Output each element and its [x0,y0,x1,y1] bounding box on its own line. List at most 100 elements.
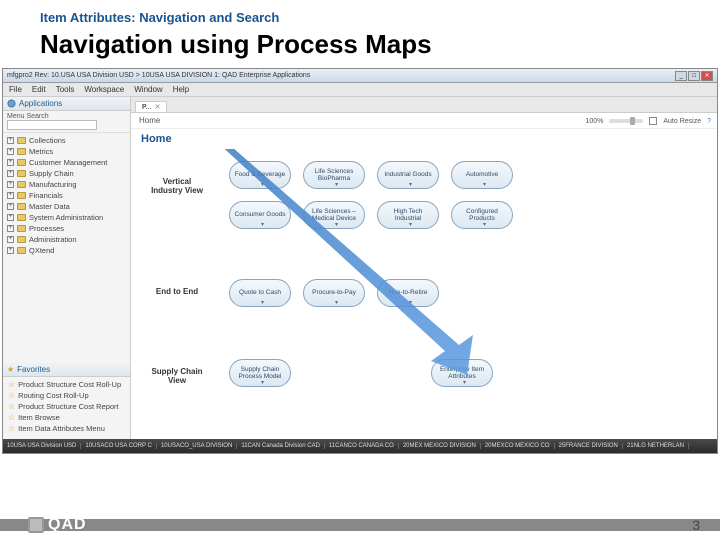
chevron-down-icon[interactable]: ▾ [261,300,264,307]
tree-label: Administration [29,235,77,244]
tree-label: Customer Management [29,158,107,167]
tree-item[interactable]: +Collections [5,135,128,146]
node-hire-to-retire[interactable]: Hire-to-Retire▾ [377,279,439,307]
node-high-tech[interactable]: High Tech Industrial▾ [377,201,439,229]
expand-icon[interactable]: + [7,203,14,210]
expand-icon[interactable]: + [7,181,14,188]
node-enterprise-item-attributes[interactable]: Enterprise Item Attributes▾ [431,359,493,387]
node-supply-chain-model[interactable]: Supply Chain Process Model▾ [229,359,291,387]
node-procure-to-pay[interactable]: Procure-to-Pay▾ [303,279,365,307]
node-consumer-goods[interactable]: Consumer Goods▾ [229,201,291,229]
row-label-supply-chain: Supply Chain View [147,367,207,385]
globe-icon [7,99,16,108]
status-segment[interactable]: 10USA USA Division USD [7,443,81,449]
chevron-down-icon[interactable]: ▾ [261,182,264,189]
status-segment[interactable]: 20MEXCO MEXICO CO [485,443,555,449]
tree-item[interactable]: + Customer Management [5,157,128,168]
node-life-sciences-medical[interactable]: Life Sciences – Medical Device▾ [303,201,365,229]
favorites-header[interactable]: ★ Favorites [3,363,130,377]
status-segment[interactable]: 11CANCO CANADA CO [329,443,399,449]
expand-icon[interactable]: + [7,247,14,254]
expand-icon[interactable]: + [7,236,14,243]
favorite-item[interactable]: ☆Item Browse [5,412,128,423]
tree-label: Master Data [29,202,70,211]
favorite-item[interactable]: ☆Product Structure Cost Report [5,401,128,412]
status-segment[interactable]: 20MEX MEXICO DIVISION [403,443,481,449]
favorite-item[interactable]: ☆Routing Cost Roll-Up [5,390,128,401]
tree-item[interactable]: + Master Data [5,201,128,212]
expand-icon[interactable]: + [7,159,14,166]
menu-file[interactable]: File [9,85,22,94]
logo-text: QAD [48,516,87,534]
chevron-down-icon[interactable]: ▾ [261,222,264,229]
node-food-beverage[interactable]: Food & Beverage▾ [229,161,291,189]
status-segment[interactable]: 21NLG NETHERLAN [627,443,689,449]
minimize-button[interactable]: _ [675,71,687,81]
chevron-down-icon[interactable]: ▾ [483,182,486,189]
app-body: Applications Menu Search +Collections +M… [3,97,717,439]
applications-header[interactable]: Applications [3,97,130,111]
folder-icon [17,159,26,166]
favorite-label: Product Structure Cost Report [18,402,118,411]
tree-label: Processes [29,224,64,233]
favorites-list: ☆Product Structure Cost Roll-Up ☆Routing… [3,377,130,439]
expand-icon[interactable]: + [7,148,14,155]
menu-search-input[interactable] [7,120,97,130]
chevron-down-icon[interactable]: ▾ [483,222,486,229]
tree-item[interactable]: +Metrics [5,146,128,157]
expand-icon[interactable]: + [7,225,14,232]
close-tab-icon[interactable]: ✕ [155,103,161,111]
node-automotive[interactable]: Automotive▾ [451,161,513,189]
favorite-item[interactable]: ☆Item Data Attributes Menu [5,423,128,434]
node-life-sciences-biopharma[interactable]: Life Sciences BioPharma▾ [303,161,365,189]
expand-icon[interactable]: + [7,137,14,144]
expand-icon[interactable]: + [7,192,14,199]
main-area: P... ✕ Home 100% Auto Resize ? Home Vert… [131,97,717,439]
chevron-down-icon[interactable]: ▾ [261,380,264,387]
status-segment[interactable]: 25FRANCE DIVISION [559,443,623,449]
zoom-slider[interactable] [609,119,643,123]
sidebar: Applications Menu Search +Collections +M… [3,97,131,439]
folder-icon [17,203,26,210]
node-configured-products[interactable]: Configured Products▾ [451,201,513,229]
node-quote-to-cash[interactable]: Quote to Cash▾ [229,279,291,307]
help-icon[interactable]: ? [707,118,711,125]
status-segment[interactable]: 11CAN Canada Division CAD [241,443,325,449]
menu-edit[interactable]: Edit [32,85,46,94]
tree-item[interactable]: + Processes [5,223,128,234]
menu-workspace[interactable]: Workspace [84,85,124,94]
chevron-down-icon[interactable]: ▾ [409,222,412,229]
tree-label: Supply Chain [29,169,74,178]
tree-item[interactable]: +System Administration [5,212,128,223]
menu-search: Menu Search [3,111,130,133]
chevron-down-icon[interactable]: ▾ [409,182,412,189]
tree-item[interactable]: +Financials [5,190,128,201]
close-button[interactable]: ✕ [701,71,713,81]
status-segment[interactable]: 10USACO USA CORP C [85,443,157,449]
chevron-down-icon[interactable]: ▾ [335,182,338,189]
expand-icon[interactable]: + [7,214,14,221]
menu-window[interactable]: Window [134,85,162,94]
status-segment[interactable]: 10USACO_USA DIVISION [161,443,237,449]
maximize-button[interactable]: □ [688,71,700,81]
tree-item[interactable]: +QXtend [5,245,128,256]
auto-resize-checkbox[interactable] [649,117,657,125]
tab-process-map[interactable]: P... ✕ [135,101,167,112]
tree-item[interactable]: + Supply Chain [5,168,128,179]
window-title: mfgpro2 Rev: 10.USA USA Division USD > 1… [7,72,675,79]
node-industrial-goods[interactable]: Industrial Goods▾ [377,161,439,189]
chevron-down-icon[interactable]: ▾ [335,222,338,229]
chevron-down-icon[interactable]: ▾ [335,300,338,307]
chevron-down-icon[interactable]: ▾ [463,380,466,387]
star-icon: ☆ [8,380,15,389]
folder-icon [17,170,26,177]
favorite-item[interactable]: ☆Product Structure Cost Roll-Up [5,379,128,390]
logo-icon [28,517,44,533]
folder-icon [17,247,26,254]
menu-help[interactable]: Help [173,85,189,94]
tree-item[interactable]: +Manufacturing [5,179,128,190]
expand-icon[interactable]: + [7,170,14,177]
menu-tools[interactable]: Tools [56,85,75,94]
tree-item[interactable]: + Administration [5,234,128,245]
chevron-down-icon[interactable]: ▾ [409,300,412,307]
